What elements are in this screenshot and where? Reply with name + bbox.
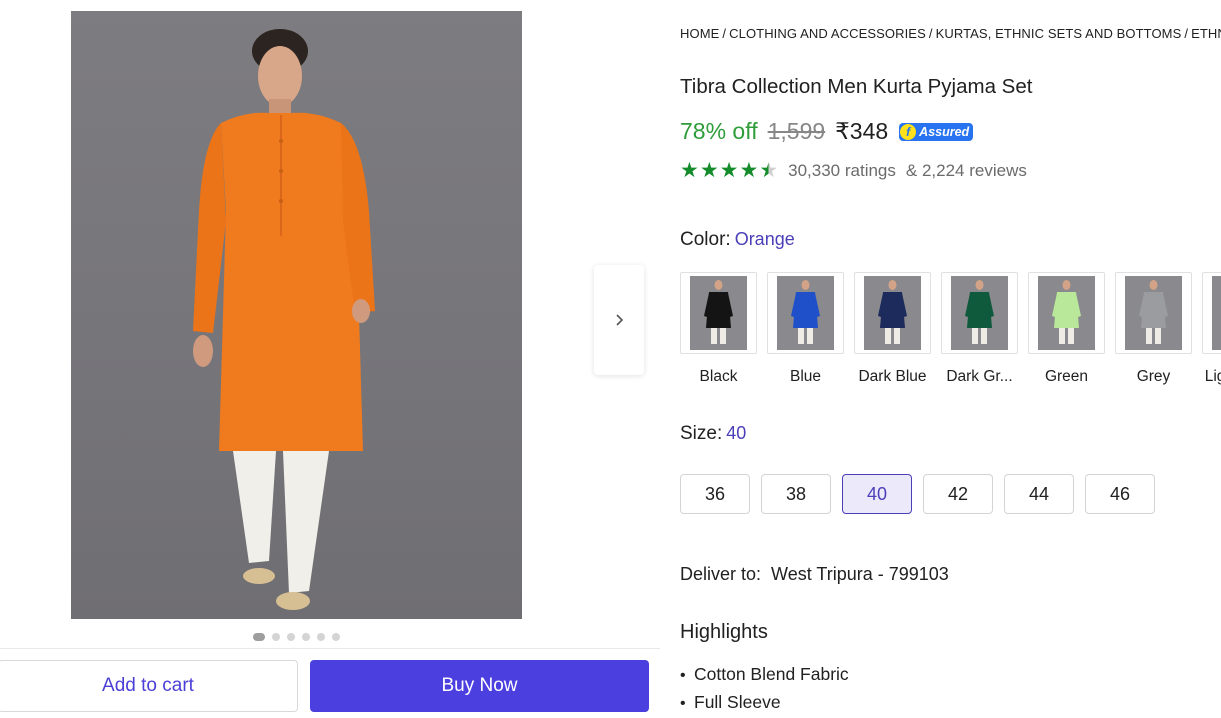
highlight-text: Cotton Blend Fabric bbox=[694, 664, 849, 684]
selected-size: 40 bbox=[726, 423, 747, 443]
color-swatch-label: Light Grey bbox=[1204, 368, 1221, 385]
size-option-button[interactable]: 40 bbox=[842, 474, 912, 514]
rating-row: ★ ★ ★ ★ ★ 30,330 ratings & 2,224 reviews bbox=[680, 160, 1027, 181]
color-swatch-label: Grey bbox=[1136, 368, 1171, 385]
star-half-icon: ★ bbox=[759, 159, 779, 182]
add-to-cart-button[interactable]: Add to cart bbox=[0, 660, 298, 712]
bullet-icon: • bbox=[680, 667, 686, 684]
star-icon: ★ bbox=[739, 159, 759, 182]
highlight-text: Full Sleeve bbox=[694, 692, 781, 712]
delivery-location[interactable]: West Tripura - 799103 bbox=[771, 564, 949, 584]
swatch-image bbox=[1038, 276, 1095, 350]
selected-color: Orange bbox=[734, 229, 795, 249]
color-swatch[interactable]: Black bbox=[680, 272, 757, 386]
gallery-next-button[interactable] bbox=[594, 265, 644, 375]
size-option-button[interactable]: 44 bbox=[1004, 474, 1074, 514]
buy-now-button[interactable]: Buy Now bbox=[310, 660, 649, 712]
breadcrumb-item-clothing[interactable]: CLOTHING AND ACCESSORIES bbox=[729, 26, 926, 41]
size-label: Size: 40 bbox=[680, 423, 746, 445]
discount-percent: 78% off bbox=[680, 118, 758, 144]
color-swatch-thumb bbox=[1202, 272, 1221, 354]
color-swatch[interactable]: Grey bbox=[1115, 272, 1192, 386]
selling-price: ₹348 bbox=[835, 118, 889, 144]
divider bbox=[0, 648, 660, 649]
size-option-button[interactable]: 36 bbox=[680, 474, 750, 514]
color-swatch-label: Black bbox=[699, 368, 738, 385]
product-details: HOME / CLOTHING AND ACCESSORIES / KURTAS, ET… bbox=[680, 0, 1221, 718]
color-swatch-label: Dark Blue bbox=[858, 368, 927, 385]
deliver-label: Deliver to: bbox=[680, 564, 762, 584]
assured-icon: f bbox=[899, 122, 918, 141]
model-illustration bbox=[193, 29, 375, 610]
gallery-dot[interactable] bbox=[253, 633, 265, 641]
rating-stars: ★ ★ ★ ★ ★ bbox=[680, 160, 778, 181]
breadcrumb-separator: / bbox=[722, 26, 727, 41]
star-icon: ★ bbox=[680, 159, 699, 182]
gallery-dot[interactable] bbox=[272, 633, 280, 641]
breadcrumb-separator: / bbox=[928, 26, 933, 41]
highlights-title: Highlights bbox=[680, 621, 768, 643]
bullet-icon: • bbox=[680, 695, 686, 712]
color-swatch[interactable]: Dark Gr... bbox=[941, 272, 1018, 386]
color-swatch-thumb bbox=[854, 272, 931, 354]
color-label: Color: Orange bbox=[680, 229, 795, 251]
color-swatch-thumb bbox=[941, 272, 1018, 354]
delivery-info: Deliver to: West Tripura - 799103 bbox=[680, 564, 949, 585]
size-option-button[interactable]: 42 bbox=[923, 474, 993, 514]
size-label-text: Size: bbox=[680, 423, 723, 444]
breadcrumb: HOME / CLOTHING AND ACCESSORIES / KURTAS, ET… bbox=[680, 26, 1221, 41]
reviews-count[interactable]: & 2,224 reviews bbox=[906, 161, 1027, 181]
star-icon: ★ bbox=[699, 159, 719, 182]
swatch-image bbox=[777, 276, 834, 350]
original-price: 1,599 bbox=[767, 118, 826, 144]
swatch-image bbox=[1125, 276, 1182, 350]
gallery-dot[interactable] bbox=[332, 633, 340, 641]
swatch-image bbox=[951, 276, 1008, 350]
breadcrumb-item-kurtas[interactable]: KURTAS, ETHNIC SETS AND BOTTOMS bbox=[936, 26, 1182, 41]
color-swatch[interactable]: Green bbox=[1028, 272, 1105, 386]
color-swatch[interactable]: Dark Blue bbox=[854, 272, 931, 386]
product-gallery: Add to cart Buy Now bbox=[0, 0, 660, 718]
size-option-button[interactable]: 38 bbox=[761, 474, 831, 514]
color-swatches: Black Blue Dark Blue Dark Gr... Green Grey Lig… bbox=[680, 272, 1221, 386]
swatch-image bbox=[690, 276, 747, 350]
gallery-dot[interactable] bbox=[287, 633, 295, 641]
color-swatch-label: Blue bbox=[789, 368, 822, 385]
chevron-right-icon bbox=[616, 314, 624, 326]
highlights-list: • Cotton Blend Fabric • Full Sleeve bbox=[680, 664, 849, 718]
swatch-image bbox=[1212, 276, 1221, 350]
color-label-text: Color: bbox=[680, 229, 731, 250]
product-title: Tibra Collection Men Kurta Pyjama Set bbox=[680, 75, 1033, 98]
breadcrumb-item-home[interactable]: HOME bbox=[680, 26, 719, 41]
color-swatch-label: Green bbox=[1044, 368, 1089, 385]
color-swatch-label: Dark Gr... bbox=[946, 368, 1013, 385]
breadcrumb-separator: / bbox=[1184, 26, 1189, 41]
color-swatch-thumb bbox=[767, 272, 844, 354]
product-main-image[interactable] bbox=[71, 11, 522, 619]
color-swatch[interactable]: Light Grey bbox=[1202, 272, 1221, 386]
gallery-dot[interactable] bbox=[317, 633, 325, 641]
size-options: 36 38 40 42 44 46 bbox=[680, 474, 1155, 514]
assured-label: Assured bbox=[919, 124, 970, 139]
swatch-image bbox=[864, 276, 921, 350]
size-option-button[interactable]: 46 bbox=[1085, 474, 1155, 514]
star-icon: ★ bbox=[719, 159, 739, 182]
gallery-pagination bbox=[253, 633, 340, 641]
price-row: 78% off 1,599 ₹348 f Assured bbox=[680, 118, 974, 145]
color-swatch-thumb bbox=[1115, 272, 1192, 354]
color-swatch-thumb bbox=[1028, 272, 1105, 354]
color-swatch[interactable]: Blue bbox=[767, 272, 844, 386]
assured-badge: f Assured bbox=[899, 122, 974, 141]
breadcrumb-item-ethnic-sets[interactable]: ETHNIC SETS bbox=[1191, 26, 1221, 41]
color-swatch-thumb bbox=[680, 272, 757, 354]
ratings-count[interactable]: 30,330 ratings bbox=[788, 161, 896, 181]
gallery-dot[interactable] bbox=[302, 633, 310, 641]
highlight-item: • Cotton Blend Fabric bbox=[680, 664, 849, 685]
highlight-item: • Full Sleeve bbox=[680, 692, 849, 713]
